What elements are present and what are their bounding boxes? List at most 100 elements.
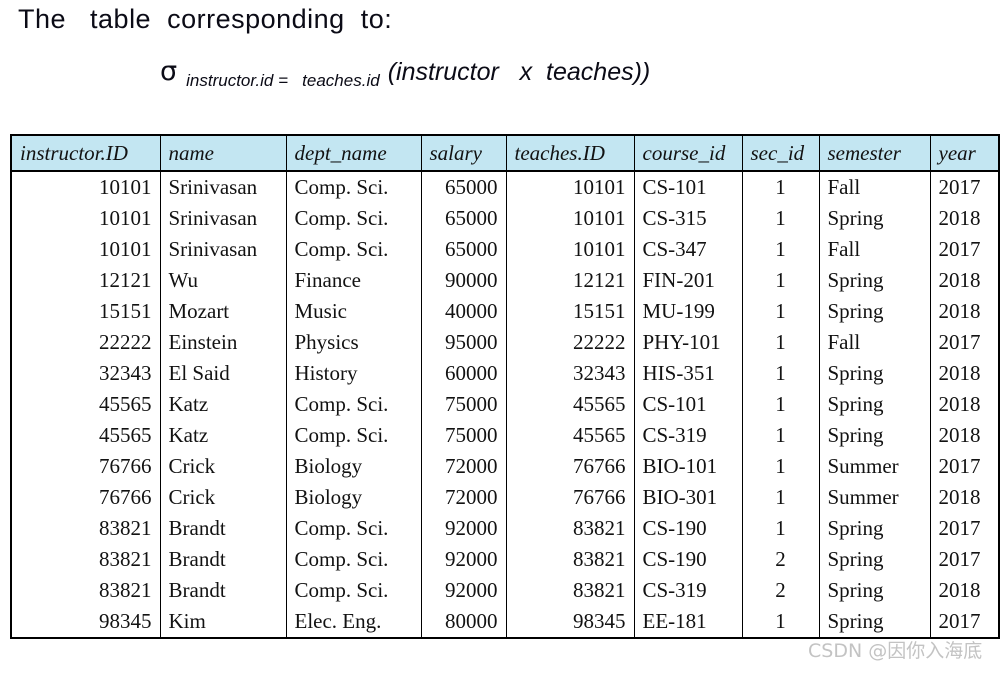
cell-course_id: MU-199 — [633, 296, 743, 327]
cell-dept_name: Comp. Sci. — [285, 389, 422, 420]
cell-teaches_id: 45565 — [505, 389, 635, 420]
cell-instructor_id: 12121 — [10, 265, 161, 296]
cell-dept_name: Finance — [285, 265, 422, 296]
table-row: 76766 Crick Biology 72000 76766 BIO-301 1 Summe… — [10, 482, 1000, 513]
cell-salary: 60000 — [420, 358, 507, 389]
cell-dept_name: Biology — [285, 451, 422, 482]
table-row: 83821 Brandt Comp. Sci. 92000 83821 CS-190 1 Sp… — [10, 513, 1000, 544]
cell-semester: Spring — [818, 544, 931, 575]
cell-sec_id: 1 — [741, 606, 820, 639]
cell-course_id: CS-101 — [633, 170, 743, 203]
csdn-watermark: CSDN @因你入海底 — [808, 640, 983, 662]
column-header-salary[interactable]: salary — [420, 134, 507, 172]
cell-name: Wu — [159, 265, 287, 296]
cell-dept_name: Physics — [285, 327, 422, 358]
result-table-container: instructor.ID name dept_name salary teaches.… — [10, 134, 1000, 639]
page-title: The table corresponding to: — [18, 4, 393, 34]
cell-sec_id: 1 — [741, 389, 820, 420]
cell-dept_name: Comp. Sci. — [285, 203, 422, 234]
cell-sec_id: 1 — [741, 327, 820, 358]
cell-salary: 92000 — [420, 575, 507, 606]
table-row: 83821 Brandt Comp. Sci. 92000 83821 CS-190 2 Sp… — [10, 544, 1000, 575]
cell-dept_name: Elec. Eng. — [285, 606, 422, 639]
cell-dept_name: Comp. Sci. — [285, 513, 422, 544]
cell-name: Katz — [159, 389, 287, 420]
cell-name: Einstein — [159, 327, 287, 358]
cell-salary: 75000 — [420, 389, 507, 420]
cell-semester: Spring — [818, 575, 931, 606]
cell-teaches_id: 10101 — [505, 234, 635, 265]
cell-instructor_id: 10101 — [10, 170, 161, 203]
column-header-name[interactable]: name — [159, 134, 287, 172]
cell-salary: 72000 — [420, 482, 507, 513]
cell-course_id: CS-101 — [633, 389, 743, 420]
cell-teaches_id: 83821 — [505, 544, 635, 575]
cell-year: 2018 — [929, 265, 1000, 296]
cell-teaches_id: 98345 — [505, 606, 635, 639]
cell-dept_name: Comp. Sci. — [285, 575, 422, 606]
cell-semester: Spring — [818, 513, 931, 544]
column-header-year[interactable]: year — [929, 134, 1000, 172]
cell-instructor_id: 45565 — [10, 389, 161, 420]
cell-course_id: PHY-101 — [633, 327, 743, 358]
cell-name: Srinivasan — [159, 203, 287, 234]
cell-salary: 72000 — [420, 451, 507, 482]
cell-semester: Spring — [818, 606, 931, 639]
cell-salary: 75000 — [420, 420, 507, 451]
column-header-semester[interactable]: semester — [818, 134, 931, 172]
cell-sec_id: 2 — [741, 544, 820, 575]
column-header-instructor_id[interactable]: instructor.ID — [10, 134, 161, 172]
cell-sec_id: 1 — [741, 203, 820, 234]
table-row: 32343 El Said History 60000 32343 HIS-351 1 Spr… — [10, 358, 1000, 389]
cell-year: 2018 — [929, 358, 1000, 389]
column-header-course_id[interactable]: course_id — [633, 134, 743, 172]
cell-instructor_id: 83821 — [10, 575, 161, 606]
cell-name: Srinivasan — [159, 234, 287, 265]
cell-course_id: CS-190 — [633, 513, 743, 544]
cell-name: Crick — [159, 451, 287, 482]
cell-salary: 92000 — [420, 544, 507, 575]
cell-name: Srinivasan — [159, 170, 287, 203]
column-header-teaches_id[interactable]: teaches.ID — [505, 134, 635, 172]
cell-dept_name: Comp. Sci. — [285, 544, 422, 575]
cell-teaches_id: 12121 — [505, 265, 635, 296]
cell-year: 2017 — [929, 513, 1000, 544]
cell-salary: 65000 — [420, 203, 507, 234]
cell-teaches_id: 22222 — [505, 327, 635, 358]
sigma-operator-icon: σ — [160, 56, 178, 87]
cell-teaches_id: 15151 — [505, 296, 635, 327]
cell-teaches_id: 10101 — [505, 170, 635, 203]
table-body: 10101 Srinivasan Comp. Sci. 65000 10101 CS-10… — [10, 170, 1000, 639]
column-header-dept_name[interactable]: dept_name — [285, 134, 422, 172]
cell-name: El Said — [159, 358, 287, 389]
cell-dept_name: History — [285, 358, 422, 389]
cell-semester: Summer — [818, 451, 931, 482]
table-row: 22222 Einstein Physics 95000 22222 PHY-101 1 Fa… — [10, 327, 1000, 358]
cell-salary: 65000 — [420, 234, 507, 265]
cell-instructor_id: 22222 — [10, 327, 161, 358]
cell-name: Mozart — [159, 296, 287, 327]
table-header-row: instructor.ID name dept_name salary teaches.… — [10, 134, 1000, 172]
table-row: 10101 Srinivasan Comp. Sci. 65000 10101 CS-31… — [10, 203, 1000, 234]
cell-sec_id: 1 — [741, 234, 820, 265]
cell-salary: 95000 — [420, 327, 507, 358]
cell-course_id: CS-319 — [633, 575, 743, 606]
cell-sec_id: 2 — [741, 575, 820, 606]
cell-dept_name: Music — [285, 296, 422, 327]
cell-name: Crick — [159, 482, 287, 513]
cell-course_id: BIO-101 — [633, 451, 743, 482]
cell-year: 2017 — [929, 606, 1000, 639]
column-header-sec_id[interactable]: sec_id — [741, 134, 820, 172]
cell-semester: Spring — [818, 203, 931, 234]
table-row: 45565 Katz Comp. Sci. 75000 45565 CS-101 1 Spri… — [10, 389, 1000, 420]
result-table: instructor.ID name dept_name salary teaches.… — [10, 134, 1000, 639]
table-row: 45565 Katz Comp. Sci. 75000 45565 CS-319 1 Spri… — [10, 420, 1000, 451]
cell-instructor_id: 45565 — [10, 420, 161, 451]
cross-product-expression: (instructor x teaches)) — [387, 58, 651, 86]
cell-year: 2017 — [929, 170, 1000, 203]
cell-course_id: CS-190 — [633, 544, 743, 575]
cell-teaches_id: 76766 — [505, 482, 635, 513]
selection-predicate: instructor.id = teaches.id — [186, 71, 380, 90]
cell-course_id: CS-319 — [633, 420, 743, 451]
cell-year: 2018 — [929, 575, 1000, 606]
